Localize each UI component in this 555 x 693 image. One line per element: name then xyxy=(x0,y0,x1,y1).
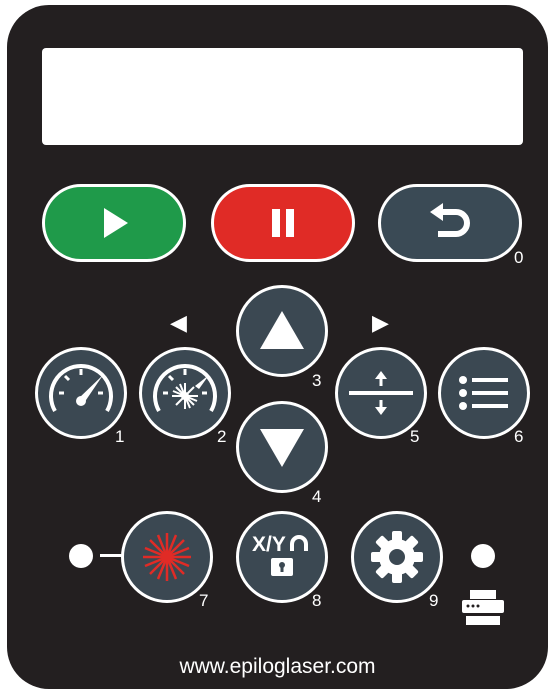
xy-unlock-icon: X/Y xyxy=(242,517,322,597)
settings-number: 9 xyxy=(429,591,439,610)
pointer-number: 7 xyxy=(199,591,209,610)
menu-list-icon xyxy=(459,376,508,410)
reset-number: 0 xyxy=(514,248,524,267)
menu-number: 6 xyxy=(514,427,524,446)
keypad-panel: 0 ◀ ▶ 3 1 2 5 6 4 7 X/Y 8 9 www.epilogla… xyxy=(7,5,548,689)
left-hint-arrow: ◀ xyxy=(170,310,187,335)
arrow-down-icon xyxy=(260,429,304,467)
power-button[interactable] xyxy=(139,347,231,439)
laser-power-gauge-icon xyxy=(153,364,217,412)
right-hint-arrow: ▶ xyxy=(372,310,389,335)
lcd-display xyxy=(42,48,523,145)
settings-button[interactable] xyxy=(351,511,443,603)
down-button[interactable] xyxy=(236,401,328,493)
gear-icon xyxy=(371,531,423,583)
focus-button[interactable] xyxy=(335,347,427,439)
return-icon xyxy=(430,203,470,237)
stop-button[interactable] xyxy=(211,184,355,262)
laser-pointer-icon xyxy=(143,533,191,581)
xy-unlock-button[interactable]: X/Y xyxy=(236,511,328,603)
up-number: 3 xyxy=(312,371,322,390)
arrow-up-icon xyxy=(260,311,304,349)
website-url: www.epiloglaser.com xyxy=(179,655,376,678)
menu-button[interactable] xyxy=(438,347,530,439)
xy-unlock-number: 8 xyxy=(312,591,322,610)
play-icon xyxy=(104,208,128,238)
power-number: 2 xyxy=(217,427,227,446)
printer-icon xyxy=(462,590,504,625)
padlock-icon xyxy=(271,535,308,576)
up-button[interactable] xyxy=(236,285,328,377)
speed-number: 1 xyxy=(115,427,125,446)
job-led xyxy=(471,544,495,568)
speed-button[interactable] xyxy=(35,347,127,439)
start-button[interactable] xyxy=(42,184,186,262)
pointer-led xyxy=(69,544,93,568)
pause-icon xyxy=(272,209,294,237)
focus-icon xyxy=(349,371,413,415)
speedometer-icon xyxy=(49,364,113,412)
red-dot-pointer-button[interactable] xyxy=(121,511,213,603)
led-connector xyxy=(100,554,122,557)
reset-button[interactable] xyxy=(378,184,522,262)
down-number: 4 xyxy=(312,487,322,506)
focus-number: 5 xyxy=(410,427,420,446)
